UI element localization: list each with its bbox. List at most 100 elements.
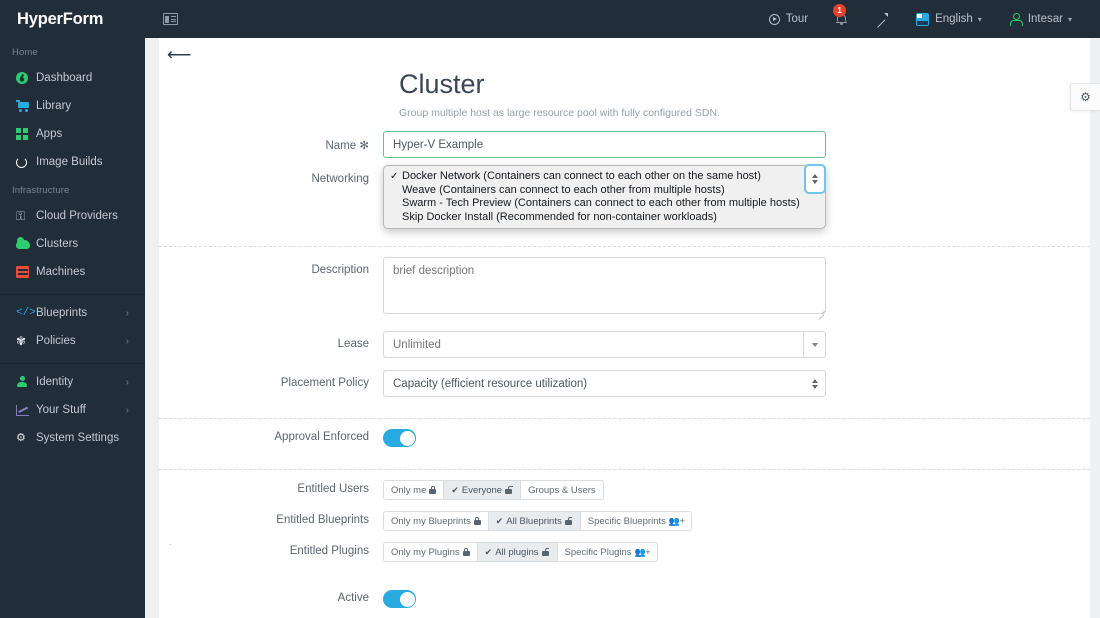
chart-icon (16, 404, 33, 416)
back-arrow-icon[interactable]: ⟵ (167, 46, 191, 63)
sidebar-item-policies[interactable]: ✾ Policies › (0, 327, 145, 355)
active-control: Save Changes Cancel (383, 590, 826, 618)
lock-closed-icon (429, 486, 437, 495)
option-label: Only my Blueprints (391, 515, 471, 527)
entitled-blueprints-option-all[interactable]: ✔ All Blueprints (487, 511, 581, 532)
content-gutter (145, 38, 159, 618)
form-row-entitled-blueprints: Entitled Blueprints Only my Blueprints ✔… (159, 511, 1100, 532)
sidebar-item-image-builds[interactable]: Image Builds (0, 148, 145, 176)
approval-enforced-control (383, 429, 826, 448)
code-icon: </> (16, 306, 36, 319)
active-toggle[interactable] (383, 590, 416, 609)
lease-label: Lease (337, 338, 369, 351)
sidebar-item-clusters[interactable]: Clusters (0, 230, 145, 258)
toggle-knob (399, 591, 415, 607)
description-textarea[interactable] (383, 257, 826, 315)
entitled-blueprints-button-group: Only my Blueprints ✔ All Blueprints Spec (383, 511, 826, 532)
sidebar-item-apps[interactable]: Apps (0, 120, 145, 148)
lease-input[interactable] (383, 331, 803, 359)
stepper-arrows-icon (812, 174, 818, 185)
settings-side-tab[interactable]: ⚙ (1070, 83, 1100, 111)
flag-icon (916, 12, 930, 26)
sidebar-item-dashboard[interactable]: Dashboard (0, 64, 145, 92)
sidebar-item-label: Library (36, 100, 72, 112)
app-root: HyperForm Home Dashboard Library Apps Im… (0, 0, 1100, 618)
user-menu[interactable]: Intesar ▾ (996, 0, 1086, 38)
entitled-users-option-everyone[interactable]: ✔ Everyone (443, 480, 522, 501)
dropdown-option-label: Skip Docker Install (Recommended for non… (402, 210, 717, 223)
name-label-text: Name (325, 140, 357, 153)
chevron-down-icon: ▾ (1067, 14, 1072, 24)
dropdown-option[interactable]: Skip Docker Install (Recommended for non… (384, 210, 825, 224)
dropdown-option[interactable]: ✓ Docker Network (Containers can connect… (384, 169, 825, 183)
entitled-users-label: Entitled Users (297, 483, 369, 496)
check-icon: ✓ (390, 170, 399, 182)
content-wrapper: ⟵ Cluster Group multiple host as large r… (145, 38, 1100, 618)
lease-dropdown-button[interactable] (803, 331, 826, 359)
sidebar-item-your-stuff[interactable]: Your Stuff › (0, 396, 145, 424)
form-row-description: Description (159, 257, 1100, 319)
brand[interactable]: HyperForm (0, 0, 145, 38)
caret-down-icon (811, 342, 818, 347)
sidebar-item-library[interactable]: Library (0, 92, 145, 120)
sidebar-collapse-icon[interactable] (163, 13, 178, 25)
required-asterisk-icon: ✻ (359, 140, 369, 153)
entitled-plugins-option-specific[interactable]: Specific Plugins 👥+ (556, 542, 659, 563)
fullscreen-button[interactable] (861, 0, 902, 38)
sidebar-section-home-label: Home (12, 47, 38, 58)
gears-icon: ⚙ (16, 431, 26, 444)
entitled-blueprints-label: Entitled Blueprints (276, 514, 369, 527)
option-label: Specific Plugins (564, 546, 632, 558)
expand-icon (875, 12, 889, 26)
users-plus-icon: 👥+ (668, 515, 685, 526)
section-divider (159, 418, 1100, 420)
sidebar-item-label: Cloud Providers (36, 210, 118, 222)
page-subtitle: Group multiple host as large resource po… (399, 107, 720, 120)
sidebar-item-cloud-providers[interactable]: ⚿ Cloud Providers (0, 202, 145, 230)
approval-enforced-toggle[interactable] (383, 429, 416, 448)
notifications-button[interactable]: 1 (822, 0, 861, 38)
entitled-plugins-option-only-mine[interactable]: Only my Plugins (383, 542, 478, 563)
dropdown-option[interactable]: Weave (Containers can connect to each ot… (384, 183, 825, 197)
tour-button[interactable]: Tour (755, 0, 822, 38)
placement-policy-select[interactable]: Capacity (efficient resource utilization… (383, 370, 826, 398)
entitled-plugins-label: Entitled Plugins (289, 545, 369, 558)
entitled-users-option-only-me[interactable]: Only me (383, 480, 445, 501)
name-input[interactable] (383, 131, 826, 159)
sidebar-item-label: Machines (36, 266, 86, 278)
play-circle-icon (768, 13, 780, 25)
entitled-plugins-button-group: Only my Plugins ✔ All plugins Specific P (383, 542, 826, 563)
entitled-blueprints-option-only-mine[interactable]: Only my Blueprints (383, 511, 489, 532)
entitled-users-option-groups-users[interactable]: Groups & Users (520, 480, 604, 501)
sidebar-item-system-settings[interactable]: ⚙ System Settings (0, 424, 145, 452)
notification-badge: 1 (833, 4, 847, 17)
option-label: Everyone (461, 484, 503, 496)
entitled-plugins-control: Only my Plugins ✔ All plugins Specific P (383, 542, 826, 563)
active-label: Active (337, 592, 369, 605)
sidebar-divider (0, 294, 145, 295)
language-selector[interactable]: English ▾ (902, 0, 996, 38)
sidebar-item-machines[interactable]: Machines (0, 258, 145, 286)
chevron-right-icon: › (125, 335, 129, 347)
cloud-icon (16, 236, 33, 249)
check-icon: ✔ (495, 515, 504, 526)
description-control (383, 257, 826, 319)
entitled-blueprints-option-specific[interactable]: Specific Blueprints 👥+ (579, 511, 693, 532)
circle-icon (16, 156, 33, 168)
entitled-users-button-group: Only me ✔ Everyone Groups & Users (383, 480, 826, 501)
sidebar-item-label: Image Builds (36, 156, 103, 168)
sidebar-item-identity[interactable]: Identity › (0, 368, 145, 396)
cart-icon (16, 100, 33, 112)
sidebar-item-blueprints[interactable]: </> Blueprints › (0, 299, 145, 327)
networking-dropdown-menu: ✓ Docker Network (Containers can connect… (383, 165, 826, 229)
option-label: Only my Plugins (391, 546, 460, 558)
chevron-right-icon: › (125, 376, 129, 388)
placement-policy-value: Capacity (efficient resource utilization… (393, 377, 588, 390)
topbar-actions: Tour 1 English ▾ Intesar ▾ (755, 0, 1100, 38)
gear-icon: ✾ (16, 334, 27, 348)
dropdown-option[interactable]: Swarm - Tech Preview (Containers can con… (384, 197, 825, 211)
stepper-arrows-icon (812, 378, 818, 389)
description-label: Description (311, 264, 369, 277)
networking-select-stepper[interactable] (804, 164, 826, 195)
entitled-plugins-option-all[interactable]: ✔ All plugins (476, 542, 558, 563)
